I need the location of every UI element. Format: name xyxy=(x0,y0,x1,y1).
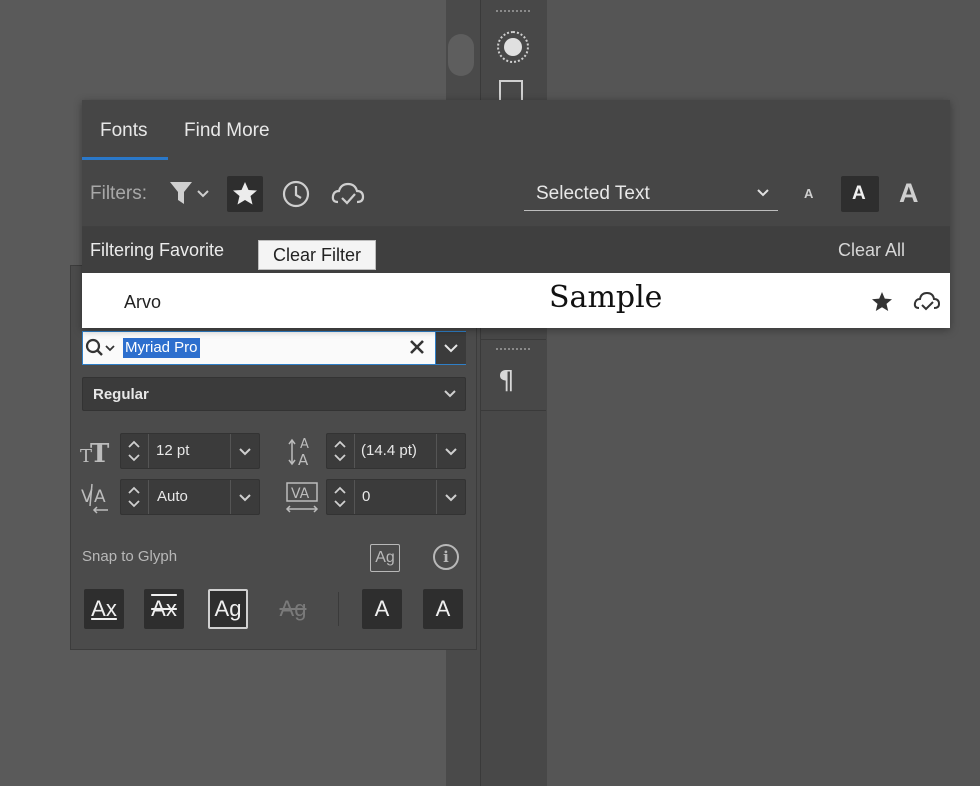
filters-label: Filters: xyxy=(90,183,147,204)
paragraph-icon[interactable]: ¶ xyxy=(498,366,515,396)
divider xyxy=(436,434,437,468)
snap-xheight-label: Ax xyxy=(151,596,177,621)
filtering-status-text: Filtering Favorite xyxy=(90,240,225,260)
chevron-down-icon[interactable] xyxy=(752,182,774,204)
svg-text:A: A xyxy=(298,451,309,468)
chevron-down-icon[interactable] xyxy=(436,378,464,410)
leading-value[interactable]: (14.4 pt) xyxy=(361,442,417,459)
kerning-chevron-icon[interactable] xyxy=(232,482,258,512)
preview-size-large-button[interactable]: A xyxy=(899,178,919,209)
font-size-stepper[interactable] xyxy=(124,436,144,468)
toolstrip-grip-2[interactable] xyxy=(496,348,530,354)
cloud-check-icon[interactable] xyxy=(330,178,366,210)
snap-baseline-label: Ax xyxy=(91,596,117,621)
kerning-icon: V A xyxy=(80,480,116,514)
snap-glyph-options-icon[interactable]: Ag xyxy=(370,544,400,572)
snap-baseline-button[interactable]: Ax xyxy=(84,589,124,629)
divider xyxy=(354,434,355,468)
snap-glyph-bounds-label: Ag xyxy=(214,596,242,621)
font-family-dropdown-button[interactable] xyxy=(435,332,466,364)
recent-clock-icon[interactable] xyxy=(280,178,312,210)
snap-angular-button[interactable]: A xyxy=(362,589,402,629)
snap-proximity-button[interactable]: Ag xyxy=(273,589,313,629)
font-size-value[interactable]: 12 pt xyxy=(156,442,189,459)
divider xyxy=(148,480,149,514)
clear-filter-tooltip: Clear Filter xyxy=(258,240,376,270)
favorite-star-icon[interactable] xyxy=(870,290,894,314)
clear-search-icon[interactable] xyxy=(406,335,430,359)
leading-chevron-icon[interactable] xyxy=(438,436,464,466)
font-size-chevron-icon[interactable] xyxy=(232,436,258,466)
snap-to-glyph-label: Snap to Glyph xyxy=(82,548,178,565)
font-name: Arvo xyxy=(124,292,162,312)
divider xyxy=(230,434,231,468)
tracking-stepper[interactable] xyxy=(330,482,350,512)
divider xyxy=(354,480,355,514)
toolstrip-divider-2 xyxy=(480,410,546,411)
divider xyxy=(436,480,437,514)
kerning-value[interactable]: Auto xyxy=(157,488,188,505)
font-search-input[interactable]: Myriad Pro xyxy=(123,338,200,358)
svg-text:T: T xyxy=(90,439,110,466)
dropdown-underline xyxy=(524,210,778,211)
snap-xheight-button[interactable]: Ax xyxy=(144,589,184,629)
glyph-divider xyxy=(338,592,339,626)
divider xyxy=(148,434,149,468)
preview-size-small-button[interactable]: A xyxy=(804,186,813,201)
cloud-sync-icon[interactable] xyxy=(912,288,942,316)
snap-anchor-button[interactable]: A xyxy=(423,589,463,629)
info-icon[interactable]: i xyxy=(433,544,459,570)
snap-proximity-label: Ag xyxy=(279,596,307,621)
svg-text:A: A xyxy=(300,437,309,452)
preview-size-medium-button[interactable]: A xyxy=(841,176,879,212)
toolstrip-divider xyxy=(480,339,546,340)
toolstrip-grip[interactable] xyxy=(496,10,530,16)
favorite-filter-button[interactable] xyxy=(227,176,263,212)
preview-text-dropdown[interactable]: Selected Text xyxy=(536,183,650,205)
font-sample: Sample xyxy=(549,280,663,315)
snap-glyph-bounds-button[interactable]: Ag xyxy=(208,589,248,629)
filter-funnel-icon[interactable] xyxy=(168,178,214,210)
leading-icon: A A xyxy=(286,432,320,469)
tracking-chevron-icon[interactable] xyxy=(438,482,464,512)
font-size-icon: T T xyxy=(80,436,114,469)
favorite-star-icon xyxy=(233,182,257,205)
scroll-handle[interactable] xyxy=(448,34,474,76)
active-tab-indicator xyxy=(82,157,168,160)
clear-all-button[interactable]: Clear All xyxy=(838,240,905,261)
kerning-stepper[interactable] xyxy=(124,482,144,512)
svg-text:A: A xyxy=(94,487,106,507)
artboard-icon[interactable] xyxy=(499,80,523,100)
tab-fonts[interactable]: Fonts xyxy=(100,120,148,142)
tab-find-more[interactable]: Find More xyxy=(184,120,270,142)
font-list-item[interactable] xyxy=(82,273,950,328)
leading-stepper[interactable] xyxy=(330,436,350,466)
tracking-icon: VA xyxy=(284,480,322,514)
search-icon[interactable] xyxy=(84,336,120,360)
font-style-value: Regular xyxy=(93,386,149,403)
tracking-value[interactable]: 0 xyxy=(362,488,370,505)
snap-anchor-label: A xyxy=(435,596,451,621)
brush-icon[interactable] xyxy=(497,31,529,63)
snap-angular-label: A xyxy=(374,596,390,621)
preview-size-medium-label: A xyxy=(852,183,866,204)
svg-text:VA: VA xyxy=(291,486,310,502)
divider xyxy=(230,480,231,514)
